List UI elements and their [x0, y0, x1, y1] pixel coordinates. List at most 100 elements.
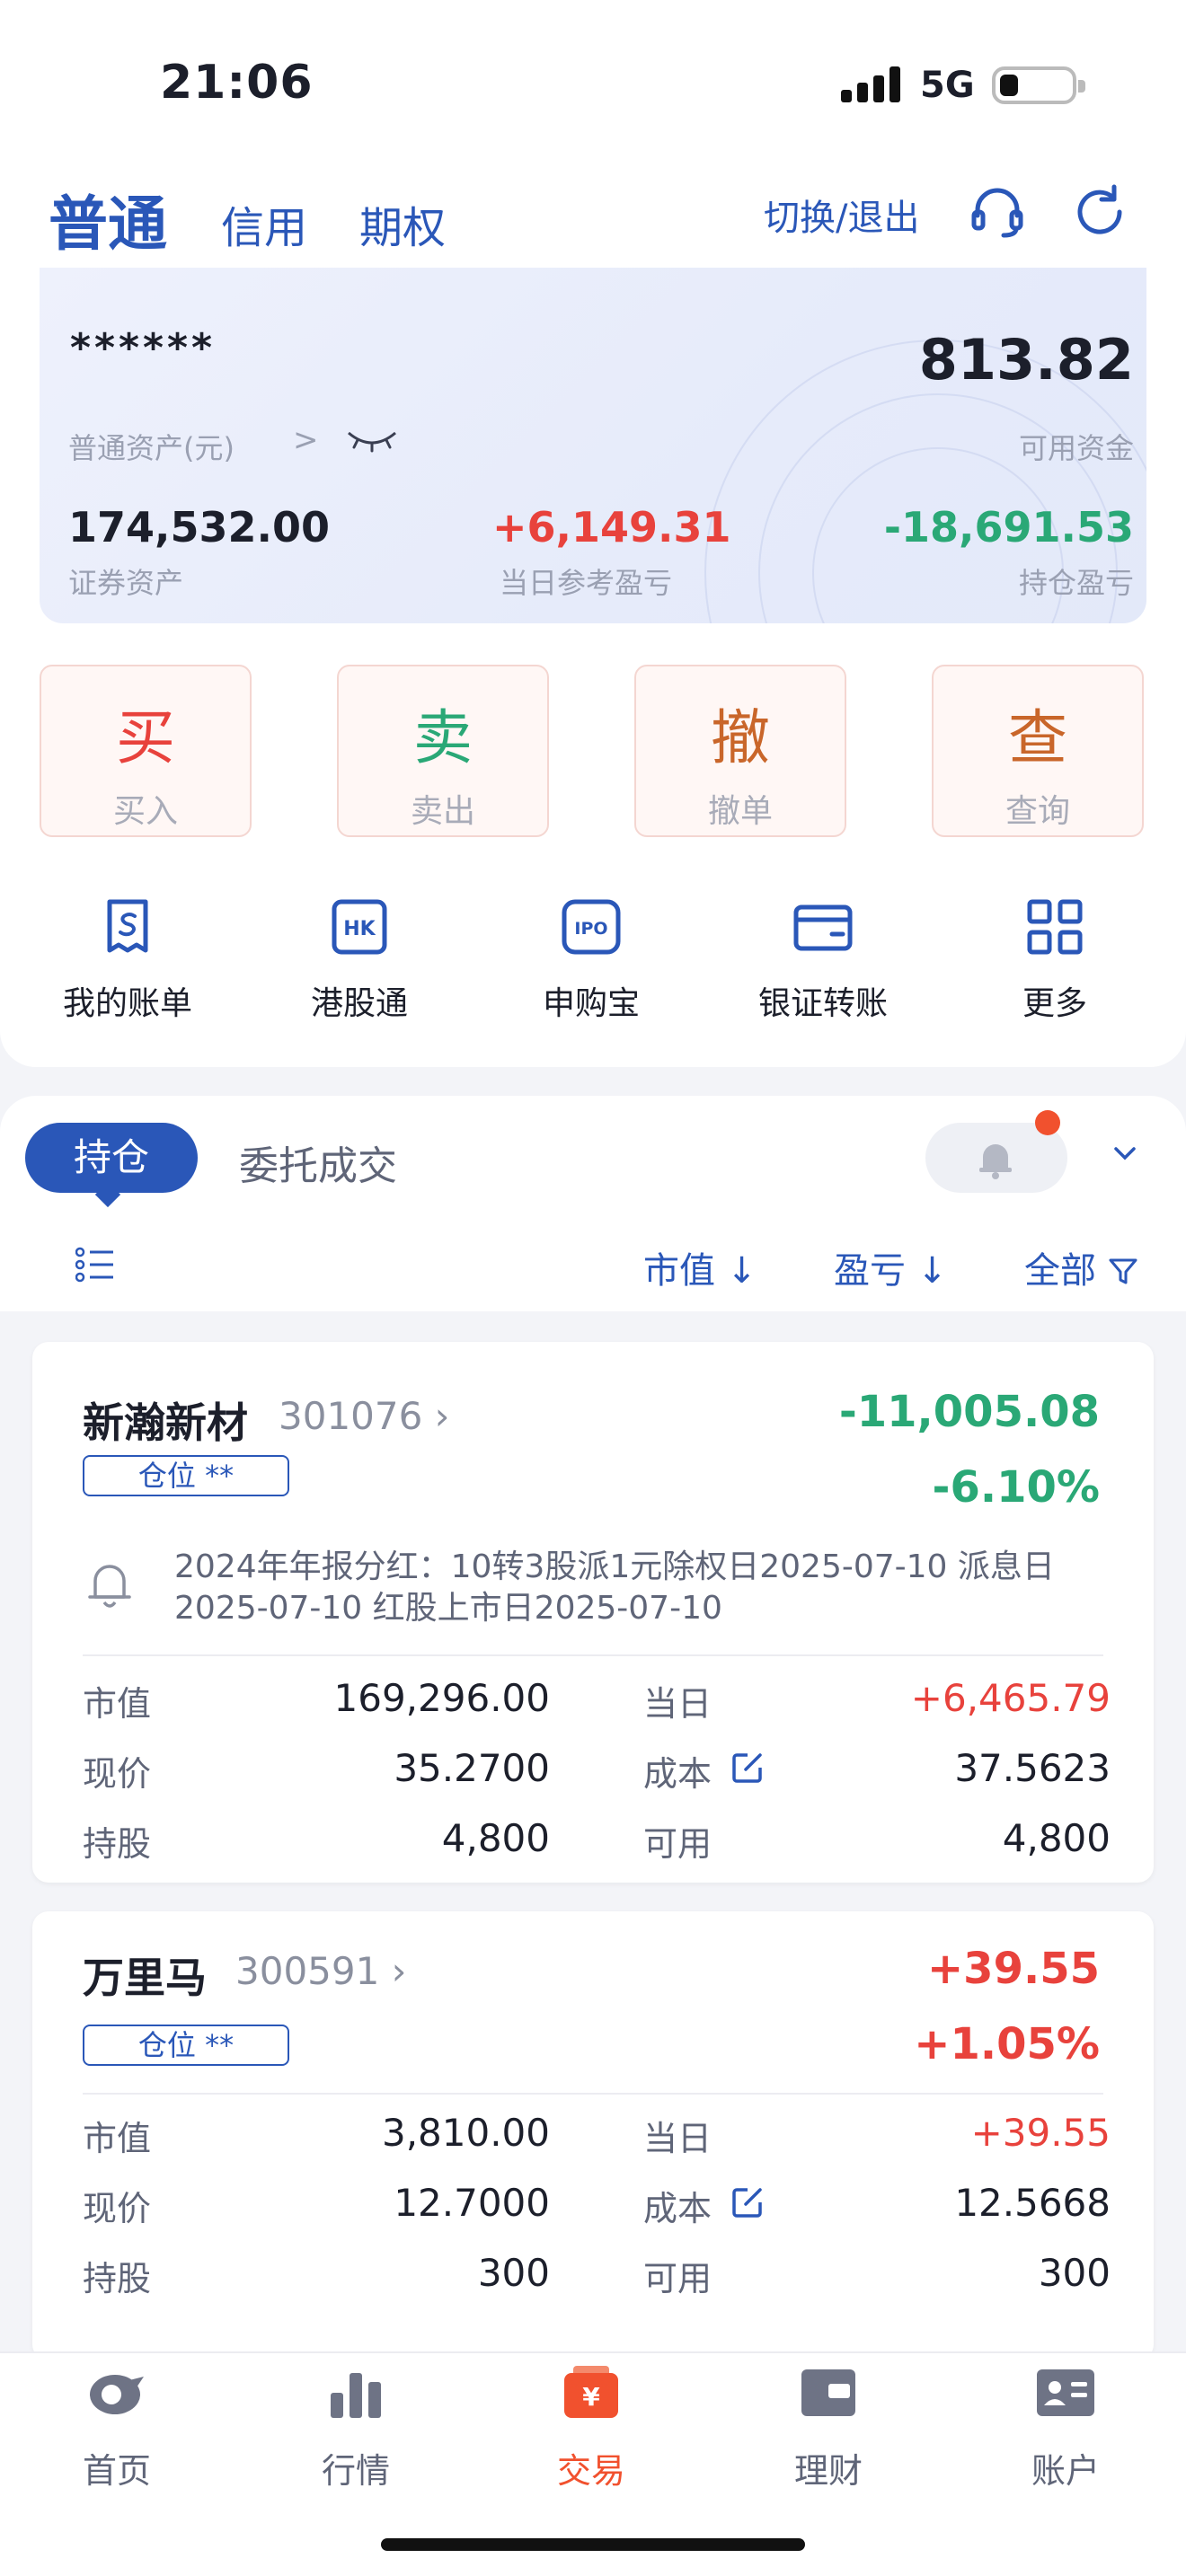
price-label: 现价 [83, 2189, 152, 2228]
network-label: 5G [920, 65, 975, 106]
trade-icon: ¥ [564, 2366, 618, 2418]
sell-button[interactable]: 卖 卖出 [337, 665, 549, 837]
cost-value: 37.5623 [954, 1746, 1111, 1790]
bell-icon [979, 1144, 1012, 1179]
nav-wealth[interactable]: 理财 [739, 2360, 918, 2492]
filter-all[interactable]: 全部 [1024, 1241, 1138, 1293]
notification-dot [1035, 1110, 1060, 1135]
svg-text:¥: ¥ [582, 2382, 600, 2412]
holding-pct: -6.10% [932, 1462, 1100, 1513]
battery-icon [992, 66, 1085, 104]
securities-label: 证券资产 [68, 566, 184, 600]
stock-name: 万里马 [83, 1954, 207, 2002]
stock-name: 新瀚新材 [83, 1398, 248, 1447]
divider [83, 1654, 1103, 1656]
cost-label: 成本 [643, 2189, 712, 2228]
account-icon [1037, 2369, 1094, 2416]
edit-icon[interactable] [730, 2184, 766, 2220]
available-value: 4,800 [1002, 1816, 1111, 1860]
more-button[interactable]: 更多 [965, 896, 1145, 1024]
asset-card: ****** 813.82 普通资产(元) > 可用资金 174,532.00 … [40, 268, 1146, 623]
chevron-down-icon[interactable] [1112, 1141, 1137, 1166]
holding-pnl: -11,005.08 [838, 1387, 1100, 1437]
svg-text:HK: HK [343, 918, 376, 940]
list-view-icon[interactable] [75, 1247, 115, 1283]
dividend-notice: 2024年年报分红：10转3股派1元除权日2025-07-10 派息日2025-… [174, 1548, 1055, 1627]
cancel-order-button[interactable]: 撤 撤单 [634, 665, 846, 837]
divider [83, 2093, 1103, 2095]
shares-label: 持股 [83, 1824, 152, 1864]
price-label: 现价 [83, 1754, 152, 1794]
market-value: 3,810.00 [381, 2111, 550, 2155]
sort-pnl[interactable]: 盈亏 ↓ [834, 1241, 947, 1293]
chevron-right-icon[interactable]: > [293, 422, 319, 458]
position-tag: 仓位 ** [83, 2025, 289, 2066]
bill-icon [107, 899, 148, 953]
tab-credit[interactable]: 信用 [221, 192, 307, 255]
market-value: 169,296.00 [333, 1676, 550, 1720]
day-pnl-value: +6,465.79 [910, 1676, 1111, 1720]
daily-pnl-value: +6,149.31 [492, 503, 731, 551]
nav-market[interactable]: 行情 [266, 2360, 446, 2492]
bell-icon [88, 1565, 131, 1608]
holding-card[interactable]: 万里马 300591 › +39.55 仓位 ** +1.05% 市值 3,81… [32, 1911, 1154, 2360]
home-icon [90, 2375, 144, 2414]
status-time: 21:06 [160, 56, 314, 110]
available-funds-label: 可用资金 [1018, 431, 1134, 465]
day-pnl-value: +39.55 [970, 2111, 1111, 2155]
shares-label: 持股 [83, 2259, 152, 2298]
eye-closed-icon[interactable] [345, 426, 399, 453]
securities-value: 174,532.00 [68, 503, 331, 551]
hk-icon: HK [332, 899, 387, 955]
available-value: 300 [1038, 2251, 1111, 2295]
tab-normal[interactable]: 普通 [49, 176, 167, 262]
stock-code[interactable]: 300591 › [235, 1949, 406, 1993]
my-bill-button[interactable]: 我的账单 [38, 896, 217, 1024]
stock-code[interactable]: 301076 › [279, 1394, 449, 1438]
bank-transfer-button[interactable]: 银证转账 [733, 896, 913, 1024]
tab-options[interactable]: 期权 [359, 192, 446, 255]
position-pnl-value: -18,691.53 [883, 503, 1134, 551]
nav-account[interactable]: 账户 [976, 2360, 1155, 2492]
available-label: 可用 [643, 2259, 712, 2298]
position-tag: 仓位 ** [83, 1455, 289, 1496]
price-value: 35.2700 [394, 1746, 550, 1790]
edit-icon[interactable] [730, 1750, 766, 1786]
refresh-icon[interactable] [1067, 180, 1132, 244]
signal-icon [841, 66, 902, 102]
headset-icon[interactable] [965, 180, 1030, 244]
home-indicator[interactable] [381, 2538, 805, 2551]
grid-more-icon [1027, 899, 1083, 955]
cost-label: 成本 [643, 1754, 712, 1794]
holding-pct: +1.05% [914, 2019, 1100, 2069]
tab-orders-trades[interactable]: 委托成交 [239, 1134, 397, 1191]
shares-value: 4,800 [441, 1816, 550, 1860]
day-pnl-label: 当日 [643, 1684, 712, 1724]
holding-card[interactable]: 新瀚新材 301076 › -11,005.08 仓位 ** -6.10% 20… [32, 1342, 1154, 1883]
cost-value: 12.5668 [954, 2181, 1111, 2225]
market-icon [331, 2373, 381, 2418]
tab-holdings[interactable]: 持仓 [25, 1123, 198, 1193]
query-button[interactable]: 查 查询 [932, 665, 1144, 837]
sort-market-value[interactable]: 市值 ↓ [643, 1241, 757, 1293]
buy-button[interactable]: 买 买入 [40, 665, 252, 837]
available-funds-value: 813.82 [918, 327, 1134, 393]
hk-connect-button[interactable]: HK 港股通 [270, 896, 449, 1024]
svg-text:IPO: IPO [574, 919, 607, 939]
ipo-button[interactable]: IPO 申购宝 [501, 896, 681, 1024]
nav-trade[interactable]: ¥ 交易 [501, 2360, 681, 2492]
asset-label[interactable]: 普通资产(元) [68, 426, 235, 467]
filter-icon [1109, 1258, 1137, 1284]
switch-exit-button[interactable]: 切换/退出 [764, 189, 919, 241]
nav-home[interactable]: 首页 [27, 2360, 207, 2492]
available-label: 可用 [643, 1824, 712, 1864]
transfer-icon [793, 904, 853, 951]
price-value: 12.7000 [394, 2181, 550, 2225]
shares-value: 300 [477, 2251, 550, 2295]
wealth-icon [801, 2369, 855, 2416]
ipo-icon: IPO [562, 899, 621, 955]
daily-pnl-label: 当日参考盈亏 [500, 566, 673, 600]
position-pnl-label: 持仓盈亏 [1018, 566, 1134, 600]
holding-pnl: +39.55 [926, 1944, 1100, 1994]
market-value-label: 市值 [83, 2119, 152, 2158]
